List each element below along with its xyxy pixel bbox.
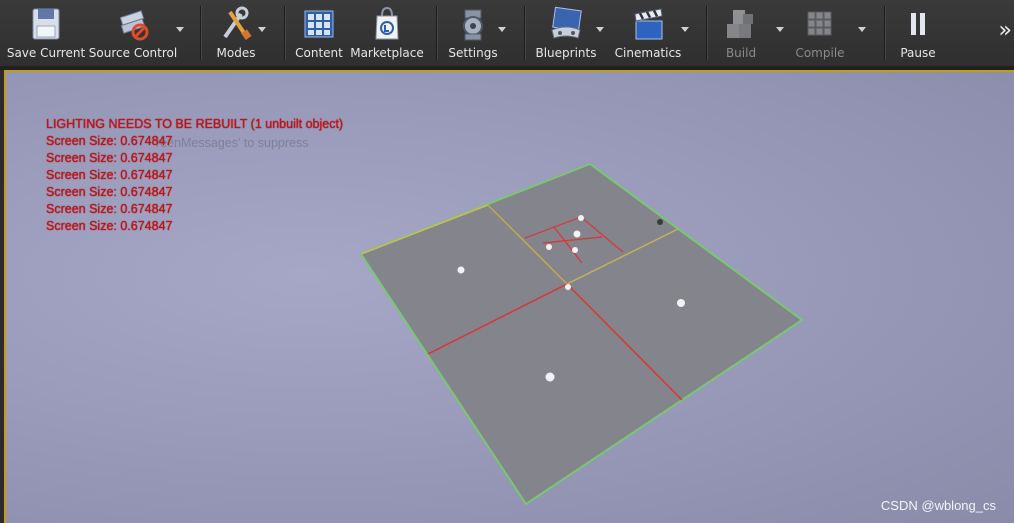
scene-sphere — [457, 266, 465, 274]
pause-icon — [911, 13, 925, 35]
toolbar-separator — [706, 6, 707, 60]
build-label: Build — [725, 46, 757, 60]
save-current-button[interactable]: Save Current — [6, 0, 86, 66]
screen-size-message: Screen Size: 0.674847 — [46, 185, 173, 199]
cinematics-label: Cinematics — [614, 46, 682, 60]
main-toolbar: Save Current Source Control Modes Conten… — [0, 0, 1014, 67]
modes-button[interactable]: Modes — [208, 0, 264, 66]
save-current-label: Save Current — [6, 46, 86, 60]
content-icon — [304, 10, 334, 38]
scene-sphere — [546, 244, 552, 250]
toolbar-overflow-chevron-icon[interactable]: » — [999, 18, 1012, 43]
content-label: Content — [295, 46, 343, 60]
screen-size-message: Screen Size: 0.674847 — [46, 219, 173, 233]
screen-size-message: Screen Size: 0.674847 — [46, 134, 173, 148]
marketplace-label: Marketplace — [350, 46, 424, 60]
scene-dark-marker — [657, 219, 663, 225]
modes-dropdown-caret[interactable] — [258, 27, 266, 32]
screen-size-message: Screen Size: 0.674847 — [46, 168, 173, 182]
scene-sphere — [545, 372, 555, 382]
build-dropdown-caret[interactable] — [776, 27, 784, 32]
modes-label: Modes — [216, 46, 256, 60]
lighting-warning-message: LIGHTING NEEDS TO BE REBUILT (1 unbuilt … — [46, 117, 344, 131]
source-control-dropdown-caret[interactable] — [176, 27, 184, 32]
content-button[interactable]: Content — [292, 0, 346, 66]
build-button[interactable]: Build — [714, 0, 768, 66]
scene-sphere — [677, 299, 685, 307]
cinematics-icon — [634, 8, 663, 40]
source-control-button[interactable]: Source Control — [88, 0, 178, 66]
on-screen-messages: LIGHTING NEEDS TO BE REBUILT (1 unbuilt … — [46, 116, 343, 235]
modes-icon — [223, 6, 252, 40]
blueprints-icon — [551, 6, 582, 39]
screen-size-message: Screen Size: 0.674847 — [46, 151, 173, 165]
source-control-icon — [119, 10, 149, 41]
compile-label: Compile — [795, 46, 845, 60]
pause-button[interactable]: Pause — [894, 0, 942, 66]
blueprints-button[interactable]: Blueprints — [532, 0, 600, 66]
scene-sphere — [573, 230, 581, 238]
marketplace-button[interactable]: Marketplace — [350, 0, 424, 66]
cinematics-button[interactable]: Cinematics — [614, 0, 682, 66]
scene-sphere — [572, 247, 578, 253]
source-control-label: Source Control — [88, 46, 178, 60]
screen-size-message: Screen Size: 0.674847 — [46, 202, 173, 216]
toolbar-separator — [200, 6, 201, 60]
toolbar-separator — [884, 6, 885, 60]
compile-dropdown-caret[interactable] — [858, 27, 866, 32]
compile-button[interactable]: Compile — [790, 0, 850, 66]
marketplace-icon — [375, 6, 399, 40]
settings-icon — [463, 9, 483, 41]
settings-button[interactable]: Settings — [444, 0, 502, 66]
watermark-text: CSDN @wblong_cs — [880, 498, 996, 513]
settings-dropdown-caret[interactable] — [498, 27, 506, 32]
blueprints-dropdown-caret[interactable] — [596, 27, 604, 32]
scene-sphere — [565, 284, 571, 290]
level-viewport[interactable]: reenMessages' to suppress LIGHTING NEEDS… — [4, 70, 1014, 523]
build-icon — [727, 10, 753, 38]
toolbar-separator — [436, 6, 437, 60]
toolbar-separator — [284, 6, 285, 60]
cinematics-dropdown-caret[interactable] — [681, 27, 689, 32]
compile-icon — [807, 11, 832, 36]
blueprints-label: Blueprints — [535, 46, 597, 60]
save-icon — [32, 8, 60, 40]
scene-sphere — [578, 215, 584, 221]
pause-label: Pause — [900, 46, 936, 60]
settings-label: Settings — [448, 46, 498, 60]
toolbar-separator — [524, 6, 525, 60]
